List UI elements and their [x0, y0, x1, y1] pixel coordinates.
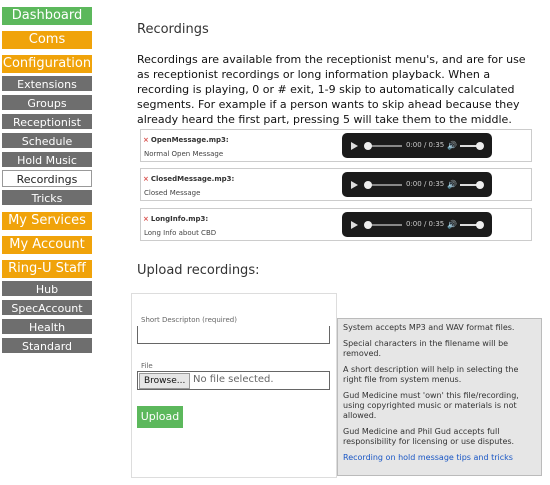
nav-health[interactable]: Health: [2, 318, 92, 335]
page-title: Recordings: [137, 22, 209, 37]
volume-icon[interactable]: 🔊: [447, 220, 457, 229]
nav-hub[interactable]: Hub: [2, 280, 92, 297]
recording-description: Long Info about CBD: [144, 229, 217, 237]
recording-row: × ClosedMessage.mp3: Closed Message 0:00 …: [140, 168, 532, 201]
seek-knob[interactable]: [364, 142, 372, 150]
delete-icon[interactable]: ×: [143, 175, 149, 183]
nav-my-services[interactable]: My Services: [2, 212, 92, 230]
nav-schedule[interactable]: Schedule: [2, 132, 92, 149]
upload-heading: Upload recordings:: [137, 263, 260, 278]
recording-row: × LongInfo.mp3: Long Info about CBD 0:00 …: [140, 208, 532, 241]
no-file-text: No file selected.: [193, 374, 274, 385]
nav-standard[interactable]: Standard: [2, 337, 92, 354]
upload-info-panel: System accepts MP3 and WAV format files.…: [337, 318, 542, 476]
seek-knob[interactable]: [364, 181, 372, 189]
recording-name: LongInfo.mp3:: [150, 215, 209, 223]
short-description-input[interactable]: [137, 326, 330, 344]
nav-my-account[interactable]: My Account: [2, 236, 92, 254]
nav-staff[interactable]: Ring-U Staff: [2, 260, 92, 278]
volume-knob[interactable]: [476, 221, 484, 229]
nav-groups[interactable]: Groups: [2, 94, 92, 111]
info-text: System accepts MP3 and WAV format files.: [343, 323, 515, 332]
browse-button[interactable]: Browse...: [139, 373, 191, 389]
seek-knob[interactable]: [364, 221, 372, 229]
nav-configuration[interactable]: Configuration: [2, 55, 92, 73]
time-display: 0:00 / 0:35: [406, 220, 445, 228]
file-label: File: [141, 362, 153, 370]
volume-knob[interactable]: [476, 142, 484, 150]
file-input[interactable]: Browse... No file selected.: [137, 371, 330, 390]
audio-player[interactable]: 0:00 / 0:35 🔊: [342, 133, 492, 158]
audio-player[interactable]: 0:00 / 0:35 🔊: [342, 212, 492, 237]
short-description-label: Short Descripton (required): [141, 316, 237, 324]
play-icon[interactable]: [351, 142, 358, 150]
recording-row: × OpenMessage.mp3: Normal Open Message 0:…: [140, 129, 532, 162]
intro-text: Recordings are available from the recept…: [137, 53, 526, 126]
volume-knob[interactable]: [476, 181, 484, 189]
nav-coms[interactable]: Coms: [2, 31, 92, 49]
info-text: A short description will help in selecti…: [343, 365, 519, 384]
upload-button[interactable]: Upload: [137, 406, 183, 428]
play-icon[interactable]: [351, 181, 358, 189]
nav-recordings[interactable]: Recordings: [2, 170, 92, 187]
play-icon[interactable]: [351, 221, 358, 229]
info-text: Gud Medicine must 'own' this file/record…: [343, 391, 519, 420]
tips-link[interactable]: Recording on hold message tips and trick…: [343, 453, 536, 463]
nav-tricks[interactable]: Tricks: [2, 189, 92, 206]
recording-name: ClosedMessage.mp3:: [150, 175, 235, 183]
delete-icon[interactable]: ×: [143, 215, 149, 223]
nav-extensions[interactable]: Extensions: [2, 75, 92, 92]
nav-hold-music[interactable]: Hold Music: [2, 151, 92, 168]
time-display: 0:00 / 0:35: [406, 180, 445, 188]
time-display: 0:00 / 0:35: [406, 141, 445, 149]
side-nav: Dashboard Coms Configuration Extensions …: [2, 7, 92, 360]
volume-icon[interactable]: 🔊: [447, 141, 457, 150]
recording-name: OpenMessage.mp3:: [150, 136, 229, 144]
nav-specaccount[interactable]: SpecAccount: [2, 299, 92, 316]
delete-icon[interactable]: ×: [143, 136, 149, 144]
config-submenu: Extensions Groups Receptionist Schedule …: [2, 75, 92, 206]
recording-description: Closed Message: [144, 189, 201, 197]
nav-receptionist[interactable]: Receptionist: [2, 113, 92, 130]
recording-description: Normal Open Message: [144, 150, 224, 158]
info-text: Gud Medicine and Phil Gud accepts full r…: [343, 427, 515, 446]
nav-dashboard[interactable]: Dashboard: [2, 7, 92, 25]
audio-player[interactable]: 0:00 / 0:35 🔊: [342, 172, 492, 197]
staff-submenu: Hub SpecAccount Health Standard: [2, 280, 92, 354]
volume-icon[interactable]: 🔊: [447, 180, 457, 189]
info-text: Special characters in the filename will …: [343, 339, 509, 358]
